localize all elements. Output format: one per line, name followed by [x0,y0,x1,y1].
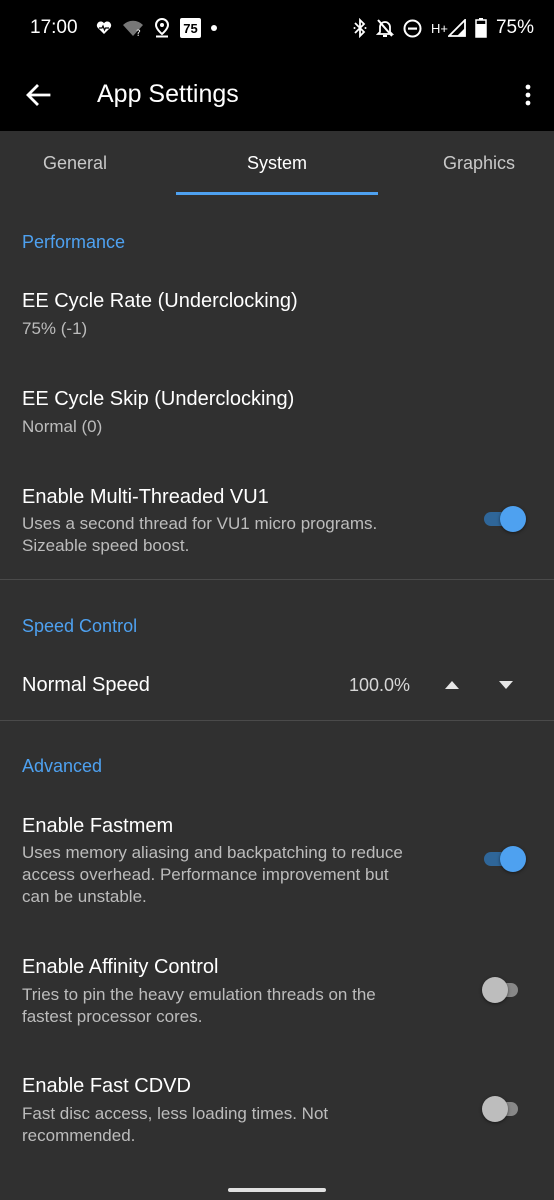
status-right-icons: H+ 75% [353,17,534,39]
setting-title: Enable Fast CDVD [22,1075,191,1097]
speed-decrease-button[interactable] [492,672,520,698]
notification-dot-icon [211,17,217,39]
setting-title: EE Cycle Rate (Underclocking) [22,290,298,312]
more-vert-icon [525,84,531,106]
arrow-back-icon [26,84,51,106]
setting-value: 75% (-1) [22,319,88,338]
battery-percent: 75% [495,17,534,38]
normal-speed-value: 100.0% [349,675,411,695]
switch-thumb [500,846,526,872]
page-title: App Settings [97,80,239,108]
setting-title: Enable Multi-Threaded VU1 [22,486,269,508]
multi-threaded-vu1-switch[interactable] [482,504,528,534]
section-divider [0,579,554,580]
affinity-control-switch[interactable] [482,975,528,1005]
setting-title: Normal Speed [22,674,150,696]
setting-description: fastest processor cores. [22,1007,203,1026]
switch-thumb [482,977,508,1003]
setting-title: EE Cycle Skip (Underclocking) [22,388,295,410]
arrow-down-icon [499,681,513,689]
section-header-advanced: Advanced [22,756,103,776]
network-type: H+ [430,20,448,36]
battery-icon [475,17,487,39]
section-divider [0,720,554,721]
svg-text:?: ? [136,29,141,37]
setting-description: Fast disc access, less loading times. No… [22,1104,329,1123]
fastmem-switch[interactable] [482,844,528,874]
tab-general[interactable]: General [0,131,176,196]
do-not-disturb-icon [403,17,422,39]
section-header-speed-control: Speed Control [22,616,138,636]
overflow-menu-button[interactable] [516,75,540,115]
app-bar: App Settings [0,58,554,131]
wifi-question-icon: ? [122,17,144,39]
tab-graphics[interactable]: Graphics [378,131,554,196]
location-pin-icon [154,17,170,39]
setting-description: Uses memory aliasing and backpatching to… [22,843,403,862]
active-tab-indicator [176,192,378,195]
section-header-performance: Performance [22,232,126,252]
setting-description: Uses a second thread for VU1 micro progr… [22,514,378,533]
bluetooth-icon [353,17,367,39]
switch-thumb [482,1096,508,1122]
setting-title: Enable Affinity Control [22,956,219,978]
setting-title: Enable Fastmem [22,815,174,837]
home-gesture-handle[interactable] [228,1188,326,1192]
status-time: 17:00 [30,17,78,38]
heart-monitor-icon [96,17,112,39]
setting-description: recommended. [22,1126,136,1145]
arrow-up-icon [445,681,459,689]
badge-75-icon: 75 [180,18,201,38]
speed-increase-button[interactable] [438,672,466,698]
back-button[interactable] [18,75,58,115]
setting-description: Sizeable speed boost. [22,536,190,555]
setting-description: Tries to pin the heavy emulation threads… [22,985,376,1004]
setting-description: can be unstable. [22,887,147,906]
signal-icon: H+ [431,17,466,39]
tab-bar: General System Graphics [0,131,554,196]
status-bar: 17:00 ? 75 H+ 75% [0,0,554,58]
setting-description: access overhead. Performance improvement… [22,865,389,884]
bell-off-icon [375,17,394,39]
setting-value: Normal (0) [22,417,103,436]
tab-system[interactable]: System [176,131,378,196]
navigation-bar [0,1170,554,1200]
status-left-icons: ? 75 [96,17,217,39]
switch-thumb [500,506,526,532]
fast-cdvd-switch[interactable] [482,1094,528,1124]
